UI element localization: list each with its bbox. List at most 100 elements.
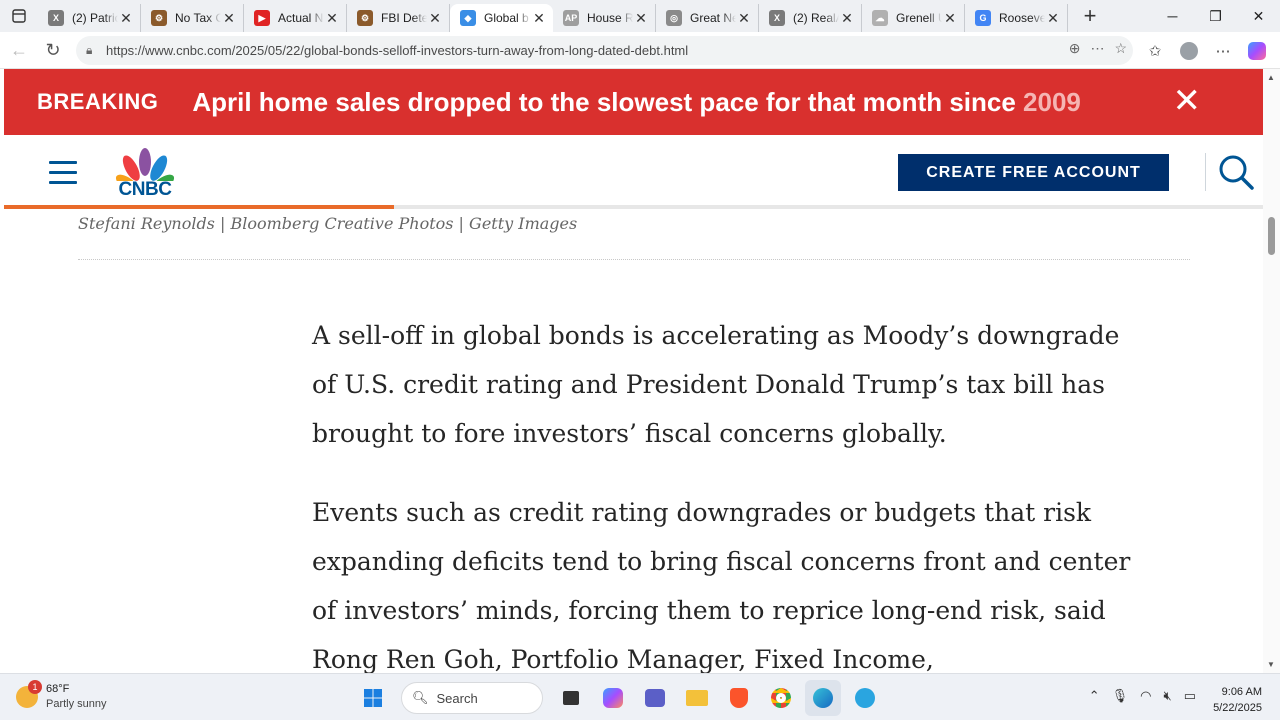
breaking-headline[interactable]: April home sales dropped to the slowest … <box>192 87 1081 118</box>
content-divider <box>78 259 1190 260</box>
microphone-icon[interactable]: 🎙︎ <box>1112 688 1129 704</box>
scroll-down-icon[interactable]: ▼ <box>1267 660 1275 669</box>
profile-avatar[interactable] <box>1176 38 1202 64</box>
more-menu-icon[interactable]: ⋯ <box>1210 38 1236 64</box>
tab-favicon-icon: ◎ <box>666 10 682 26</box>
tab-title: (2) Patriot <box>72 11 118 25</box>
browser-toolbar: ← ↻ 🔒︎ https://www.cnbc.com/2025/05/22/g… <box>0 32 1280 69</box>
start-icon[interactable] <box>355 680 391 716</box>
chrome-icon[interactable] <box>763 680 799 716</box>
browser-tab[interactable]: ▶ Actual N ✕ <box>244 4 347 32</box>
back-button[interactable]: ← <box>2 33 36 67</box>
zoom-icon[interactable]: ⊕ <box>1069 40 1081 57</box>
browser-tab[interactable]: AP House Re✕ <box>553 4 656 32</box>
tab-title: Actual N <box>278 11 324 25</box>
scrollbar-thumb[interactable] <box>1268 217 1275 255</box>
favorites-icon[interactable]: ✩ <box>1142 38 1168 64</box>
clock-time: 9:06 AM <box>1221 686 1262 698</box>
brave-icon[interactable] <box>721 680 757 716</box>
tab-close-icon[interactable]: ✕ <box>324 10 340 27</box>
tab-actions-button[interactable] <box>0 0 38 32</box>
taskbar-search[interactable]: 🔍︎ Search <box>401 682 543 714</box>
tab-title: Roosevel <box>999 11 1045 25</box>
copilot-icon[interactable] <box>1244 38 1270 64</box>
tab-close-icon[interactable]: ✕ <box>531 10 547 27</box>
new-tab-button[interactable]: + <box>1074 3 1106 29</box>
browser-tab[interactable]: ◆ Global b ✕ <box>450 4 553 32</box>
tab-close-icon[interactable]: ✕ <box>839 10 855 27</box>
tab-favicon-icon: AP <box>563 10 579 26</box>
volume-muted-icon[interactable]: 🔇︎ <box>1164 688 1172 704</box>
wifi-icon[interactable]: ◠ <box>1140 688 1151 704</box>
tab-title: House Re <box>587 11 633 25</box>
hamburger-menu-icon[interactable] <box>49 161 77 185</box>
tab-favicon-icon: ⚙ <box>357 10 373 26</box>
close-window-icon[interactable]: ✕ <box>1237 0 1280 32</box>
breaking-label: BREAKING <box>37 89 159 114</box>
task-view-icon[interactable] <box>553 680 589 716</box>
refresh-button[interactable]: ↻ <box>36 33 70 67</box>
copilot-app-icon[interactable] <box>595 680 631 716</box>
teams-icon[interactable] <box>637 680 673 716</box>
clock-date: 5/22/2025 <box>1213 702 1262 714</box>
tab-favicon-icon: ⚙ <box>151 10 167 26</box>
tab-favicon-icon: ☁ <box>872 10 888 26</box>
tab-favicon-icon: ◆ <box>460 10 476 26</box>
tab-title: Great Ne <box>690 11 736 25</box>
minimize-icon[interactable]: ─ <box>1151 0 1194 32</box>
weather-temperature: 68°F <box>46 683 70 695</box>
logo-text: CNBC <box>118 179 172 200</box>
edge-icon[interactable] <box>805 680 841 716</box>
chevron-up-icon[interactable]: ⌃ <box>1089 688 1100 704</box>
site-header: CNBC CREATE FREE ACCOUNT <box>4 135 1263 209</box>
cnbc-logo[interactable]: CNBC <box>112 145 178 200</box>
tab-title: Global b <box>484 11 529 25</box>
article-body: A sell-off in global bonds is accelerati… <box>312 311 1132 673</box>
file-explorer-icon[interactable] <box>679 680 715 716</box>
tab-favicon-icon: X <box>769 10 785 26</box>
create-account-button[interactable]: CREATE FREE ACCOUNT <box>898 154 1169 191</box>
browser-tab[interactable]: G Roosevel ✕ <box>965 4 1068 32</box>
tab-close-icon[interactable]: ✕ <box>118 10 134 27</box>
browser-tab[interactable]: ⚙ FBI Deter✕ <box>347 4 450 32</box>
tab-title: (2) RealA <box>793 11 839 25</box>
header-divider <box>1205 153 1206 191</box>
address-bar[interactable]: 🔒︎ https://www.cnbc.com/2025/05/22/globa… <box>76 36 1133 65</box>
browser-tab[interactable]: ☁ Grenell U ✕ <box>862 4 965 32</box>
tab-favicon-icon: ▶ <box>254 10 270 26</box>
scroll-up-icon[interactable]: ▲ <box>1267 73 1275 82</box>
tab-close-icon[interactable]: ✕ <box>1045 10 1061 27</box>
battery-icon[interactable]: ▭ <box>1184 688 1196 704</box>
clock[interactable]: 9:06 AM 5/22/2025 <box>1213 684 1262 716</box>
tab-close-icon[interactable]: ✕ <box>633 10 649 27</box>
search-icon: 🔍︎ <box>412 690 429 705</box>
lock-icon: 🔒︎ <box>86 43 93 57</box>
favorite-star-icon[interactable]: ☆ <box>1114 40 1127 57</box>
notification-badge: 1 <box>28 680 42 694</box>
browser-tab[interactable]: ⚙ No Tax O ✕ <box>141 4 244 32</box>
weather-widget[interactable]: 1 68°F Partly sunny <box>16 680 107 712</box>
tab-strip: X(2) Patriot✕⚙No Tax O✕▶Actual N✕⚙FBI De… <box>0 0 1280 32</box>
close-icon[interactable]: ✕ <box>1173 83 1202 119</box>
article-paragraph: Events such as credit rating downgrades … <box>312 498 1131 673</box>
tab-title: Grenell U <box>896 11 942 25</box>
search-icon[interactable] <box>1216 153 1256 193</box>
article-paragraph: A sell-off in global bonds is accelerati… <box>312 321 1120 448</box>
browser-tab[interactable]: X (2) RealA ✕ <box>759 4 862 32</box>
telegram-icon[interactable] <box>847 680 883 716</box>
tab-close-icon[interactable]: ✕ <box>736 10 752 27</box>
tab-close-icon[interactable]: ✕ <box>942 10 958 27</box>
breaking-news-banner[interactable]: BREAKING April home sales dropped to the… <box>4 69 1263 135</box>
tab-title: FBI Deter <box>381 11 427 25</box>
browser-tab[interactable]: X (2) Patriot✕ <box>38 4 141 32</box>
page-scrollbar[interactable]: ▲ ▼ <box>1263 69 1280 673</box>
window-controls: ─ ❐ ✕ <box>1151 0 1280 32</box>
browser-tab[interactable]: ◎ Great Ne ✕ <box>656 4 759 32</box>
tab-favicon-icon: X <box>48 10 64 26</box>
reader-icon[interactable]: ⋯ <box>1090 40 1104 57</box>
tab-close-icon[interactable]: ✕ <box>221 10 237 27</box>
tab-close-icon[interactable]: ✕ <box>427 10 443 27</box>
windows-taskbar: 1 68°F Partly sunny 🔍︎ Search ⌃ 🎙︎ ◠ 🔇︎ ▭… <box>0 673 1280 720</box>
tab-favicon-icon: G <box>975 10 991 26</box>
restore-icon[interactable]: ❐ <box>1194 0 1237 32</box>
